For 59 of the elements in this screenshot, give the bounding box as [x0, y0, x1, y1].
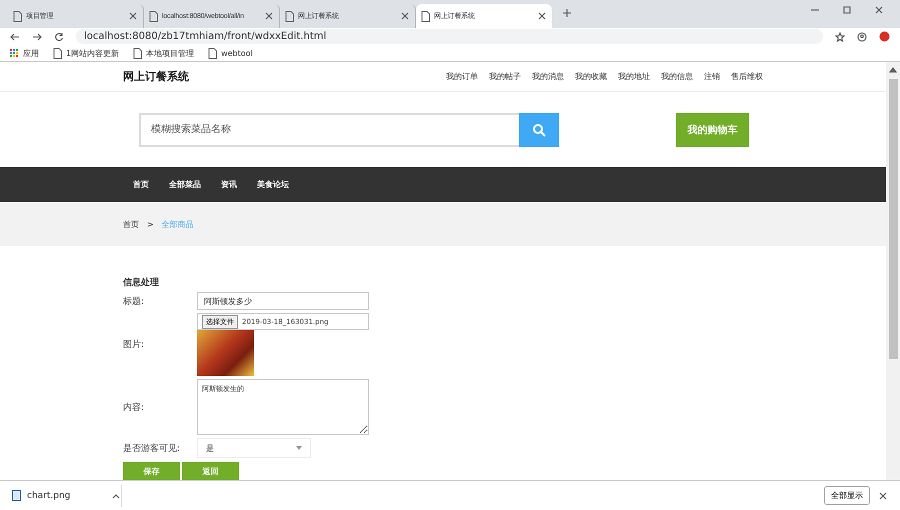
page-icon: [13, 10, 22, 22]
download-item[interactable]: chart.png: [12, 484, 122, 506]
breadcrumb-separator: >: [147, 220, 154, 228]
page-icon: [133, 48, 142, 58]
field-label: 图片:: [123, 338, 146, 351]
search-icon: [532, 122, 546, 136]
account-icon[interactable]: [857, 32, 867, 42]
site-title: 网上订餐系统: [123, 69, 189, 84]
forward-icon[interactable]: [32, 32, 42, 42]
apps-grid-icon: [10, 48, 19, 58]
page-icon: [149, 10, 158, 22]
field-label: 标题:: [123, 296, 146, 308]
nav-link[interactable]: 首页: [133, 179, 149, 190]
image-file-icon: [12, 490, 21, 501]
user-menu-link[interactable]: 我的地址: [618, 71, 650, 82]
form-heading: 信息处理: [123, 276, 160, 289]
breadcrumb-link[interactable]: 首页: [123, 218, 139, 230]
scrollbar-thumb[interactable]: [888, 79, 898, 359]
close-icon[interactable]: [128, 11, 138, 21]
caret-icon: [296, 446, 302, 450]
maximize-icon[interactable]: [842, 5, 852, 15]
search-button[interactable]: [519, 112, 559, 146]
nav-link[interactable]: 美食论坛: [257, 179, 289, 190]
reload-icon[interactable]: [54, 32, 64, 42]
show-all-button[interactable]: 全部显示: [824, 486, 870, 505]
close-icon[interactable]: [874, 5, 884, 15]
star-icon[interactable]: [835, 32, 845, 42]
close-icon[interactable]: [878, 490, 888, 500]
close-icon[interactable]: [400, 11, 410, 21]
user-menu-link[interactable]: 售后维权: [731, 71, 763, 82]
visibility-select[interactable]: 是: [197, 438, 311, 458]
plus-icon[interactable]: [562, 8, 572, 18]
close-icon[interactable]: [537, 11, 547, 21]
bookmark[interactable]: 本地项目管理: [133, 48, 194, 58]
user-menu-link[interactable]: 我的消息: [532, 71, 564, 82]
extension-icon[interactable]: [879, 31, 890, 42]
back-icon[interactable]: [10, 32, 20, 42]
bookmark[interactable]: 1网站内容更新: [53, 48, 120, 58]
bookmark[interactable]: webtool: [208, 48, 253, 58]
page-icon: [53, 48, 62, 58]
field-label: 是否游客可见:: [123, 442, 182, 454]
user-menu-link[interactable]: 注销: [704, 71, 720, 82]
close-icon[interactable]: [264, 11, 274, 21]
page-icon: [421, 10, 430, 22]
address-bar[interactable]: localhost:8080/zb17tmhiam/front/wdxxEdit.html: [76, 29, 823, 44]
search-field[interactable]: 模糊搜索菜品名称: [139, 112, 519, 146]
bookmark[interactable]: 应用: [10, 48, 39, 58]
page-icon: [285, 10, 294, 22]
page-icon: [208, 48, 218, 58]
field-label: 内容:: [123, 402, 146, 414]
scroll-up-icon[interactable]: [888, 65, 898, 75]
user-menu-link[interactable]: 我的信息: [661, 71, 693, 82]
nav-link[interactable]: 全部菜品: [169, 179, 201, 190]
user-menu-link[interactable]: 我的收藏: [575, 71, 607, 82]
user-menu-link[interactable]: 我的帖子: [489, 71, 521, 82]
nav-link[interactable]: 资讯: [221, 179, 237, 190]
photo-placeholder: [197, 330, 254, 376]
user-menu-link[interactable]: 我的订单: [446, 71, 478, 82]
title-input[interactable]: 阿斯顿发多少: [197, 292, 369, 310]
